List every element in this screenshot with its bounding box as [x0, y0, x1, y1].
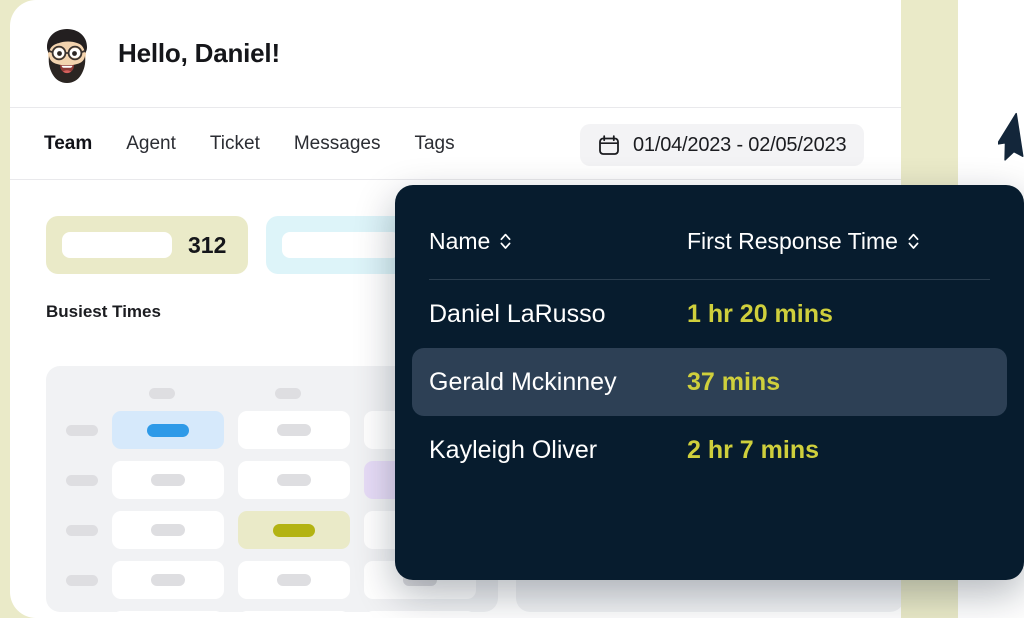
screenshot-root: Hello, Daniel! Team Agent Ticket Message… — [0, 0, 1024, 618]
grid-cell[interactable] — [238, 561, 350, 599]
row-first-response-time: 37 mins — [687, 367, 781, 396]
column-header-name-label: Name — [429, 227, 491, 254]
grid-cell-active[interactable] — [112, 411, 224, 449]
grid-cell[interactable] — [238, 411, 350, 449]
grid-row-label — [66, 424, 98, 436]
tab-team[interactable]: Team — [44, 133, 92, 155]
date-range-picker[interactable]: 01/04/2023 - 02/05/2023 — [580, 124, 865, 166]
grid-cell[interactable] — [112, 561, 224, 599]
grid-cell[interactable] — [112, 461, 224, 499]
grid-row — [60, 611, 484, 618]
grid-row-label — [66, 524, 98, 536]
grid-cell-highlight[interactable] — [238, 511, 350, 549]
grid-cell[interactable] — [238, 461, 350, 499]
column-header-name[interactable]: Name — [429, 228, 687, 255]
table-row[interactable]: Gerald Mckinney 37 mins — [412, 348, 1007, 416]
tab-list: Team Agent Ticket Messages Tags — [44, 133, 455, 155]
sort-chevrons-icon[interactable] — [499, 231, 512, 251]
stat-value: 312 — [188, 231, 227, 258]
sort-chevrons-icon[interactable] — [907, 231, 920, 251]
row-first-response-time: 1 hr 20 mins — [687, 299, 833, 328]
tab-ticket[interactable]: Ticket — [210, 133, 260, 155]
row-name: Kayleigh Oliver — [429, 435, 598, 464]
grid-cell[interactable] — [238, 611, 350, 618]
tab-messages[interactable]: Messages — [294, 133, 381, 155]
grid-column-header — [106, 388, 218, 399]
grid-cell[interactable] — [112, 511, 224, 549]
tab-tags[interactable]: Tags — [414, 133, 454, 155]
date-range-value: 01/04/2023 - 02/05/2023 — [633, 133, 847, 156]
row-name: Daniel LaRusso — [429, 299, 606, 328]
stat-card-tickets[interactable]: 312 — [46, 216, 248, 274]
grid-row-label — [66, 574, 98, 586]
table-row[interactable]: Kayleigh Oliver 2 hr 7 mins — [412, 416, 1007, 484]
column-header-first-response-time-label: First Response Time — [687, 227, 898, 254]
calendar-icon — [599, 135, 619, 155]
grid-row-label — [66, 474, 98, 486]
tab-bar: Team Agent Ticket Messages Tags 01/04/20… — [10, 108, 901, 180]
table-header-row: Name First Response Time — [395, 219, 1024, 263]
grid-cell[interactable] — [364, 611, 476, 618]
tab-agent[interactable]: Agent — [126, 133, 176, 155]
row-first-response-time: 2 hr 7 mins — [687, 435, 819, 464]
card-header: Hello, Daniel! — [10, 0, 901, 108]
table-row[interactable]: Daniel LaRusso 1 hr 20 mins — [412, 280, 1007, 348]
stat-label-placeholder — [282, 232, 400, 258]
mouse-cursor-arrow-icon — [998, 112, 1024, 161]
page-title: Hello, Daniel! — [118, 38, 280, 68]
grid-cell[interactable] — [112, 611, 224, 618]
column-header-first-response-time[interactable]: First Response Time — [687, 228, 920, 255]
grid-column-header — [232, 388, 344, 399]
row-name: Gerald Mckinney — [429, 367, 617, 396]
avatar — [38, 25, 96, 83]
bearded-man-with-glasses-emoji-icon — [47, 28, 87, 83]
stat-label-placeholder — [62, 232, 172, 258]
first-response-time-panel: Name First Response Time Daniel LaRusso … — [395, 185, 1024, 580]
